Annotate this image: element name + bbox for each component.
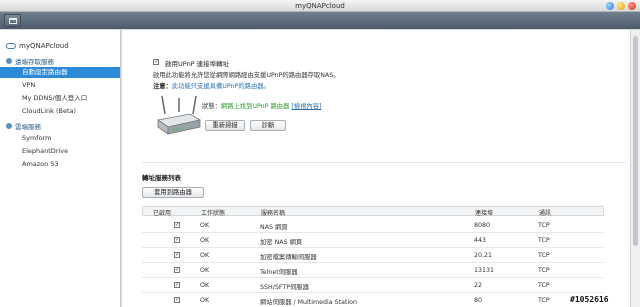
window-titlebar: myQNAPcloud <box>0 0 640 12</box>
row-enabled-checkbox[interactable]: ✓ <box>174 237 180 243</box>
rescan-button[interactable]: 重新掃描 <box>205 120 245 131</box>
window-title: myQNAPcloud <box>295 2 345 10</box>
row-service: NAS 網頁 <box>260 224 288 231</box>
vertical-scrollbar[interactable] <box>630 30 640 307</box>
help-button[interactable] <box>606 2 614 10</box>
minimize-button[interactable] <box>617 2 625 10</box>
row-port: 22 <box>474 282 483 289</box>
row-enabled-checkbox[interactable]: ✓ <box>174 297 180 303</box>
sidebar-item-my-ddns[interactable]: My DDNS/個人登入口 <box>0 93 120 104</box>
column-header-service[interactable]: 服務名稱 <box>261 208 285 217</box>
sidebar-item-cloudlink[interactable]: CloudLink (Beta) <box>0 106 120 117</box>
sidebar-item-elephantdrive[interactable]: ElephantDrive <box>0 146 120 157</box>
row-service: 加密 NAS 網頁 <box>260 239 303 246</box>
status-prefix: 狀態： <box>202 103 221 110</box>
sidebar-item-vpn[interactable]: VPN <box>0 80 120 91</box>
router-status: 狀態：網路上找到UPnP 路由器 [檢視內容] <box>202 101 321 110</box>
row-enabled-checkbox[interactable]: ✓ <box>174 282 180 288</box>
row-port: 20,21 <box>474 252 493 259</box>
upnp-note: 注意：此功能只支援具備UPnP的路由器。 <box>153 81 270 90</box>
upnp-description: 啟用此功能將允許您從網際網路經由支援UPnP的路由器存取NAS。 <box>153 72 340 79</box>
row-service: 加密檔案傳輸伺服器 <box>260 254 317 261</box>
sidebar-group-remote-access[interactable]: 遠端存取服務 <box>6 56 54 66</box>
note-text: 此功能只支援具備UPnP的路由器。 <box>171 83 270 90</box>
sidebar-group-label: 雲端服務 <box>15 123 41 131</box>
row-port: 80 <box>474 297 483 304</box>
row-enabled-checkbox[interactable]: ✓ <box>174 222 180 228</box>
app-menu-button[interactable] <box>4 14 21 27</box>
table-row[interactable]: ✓ OK Telnet伺服器 13131 TCP <box>142 264 604 278</box>
note-label: 注意： <box>153 83 172 90</box>
main-panel: ✓ 啟用UPnP 連接埠轉址 啟用此功能將允許您從網際網路經由支援UPnP的路由… <box>122 30 630 307</box>
table-header: 已啟用 工作狀態 服務名稱 連接埠 通訊 <box>142 206 604 217</box>
status-text: 網路上找到UPnP 路由器 <box>220 103 290 110</box>
window-icon <box>9 18 17 24</box>
sidebar: myQNAPcloud 遠端存取服務 自動設定路由器 VPN My DDNS/個… <box>0 30 121 307</box>
row-protocol: TCP <box>538 237 550 244</box>
row-port: 13131 <box>474 267 495 274</box>
column-header-port[interactable]: 連接埠 <box>475 208 493 217</box>
table-row[interactable]: ✓ OK SSH/SFTP伺服器 22 TCP <box>142 279 604 293</box>
close-button[interactable] <box>628 2 636 10</box>
column-header-status[interactable]: 工作狀態 <box>201 208 225 217</box>
section-divider <box>142 162 626 163</box>
table-row[interactable]: ✓ OK 加密檔案傳輸伺服器 20,21 TCP <box>142 249 604 263</box>
row-port: 8080 <box>474 222 491 229</box>
row-protocol: TCP <box>538 252 550 259</box>
remote-access-icon <box>6 58 12 64</box>
sidebar-group-label: 遠端存取服務 <box>15 58 54 66</box>
upnp-enable-label: 啟用UPnP 連接埠轉址 <box>165 60 230 68</box>
toolbar <box>0 12 640 29</box>
row-status: OK <box>200 237 210 244</box>
row-status: OK <box>200 222 210 229</box>
row-status: OK <box>200 282 210 289</box>
row-protocol: TCP <box>538 267 550 274</box>
row-service: SSH/SFTP伺服器 <box>260 284 309 291</box>
row-status: OK <box>200 267 210 274</box>
column-header-protocol[interactable]: 通訊 <box>539 208 551 217</box>
row-protocol: TCP <box>538 297 550 304</box>
apply-to-router-button[interactable]: 套用到路由器 <box>142 187 204 198</box>
cloud-icon <box>6 43 16 49</box>
sidebar-root-label: myQNAPcloud <box>19 42 69 50</box>
sidebar-item-amazon-s3[interactable]: Amazon S3 <box>0 159 120 170</box>
watermark-text: #1052616 <box>570 295 609 304</box>
row-enabled-checkbox[interactable]: ✓ <box>174 267 180 273</box>
row-service: 網站伺服器 / Multimedia Station <box>260 299 358 306</box>
row-service: Telnet伺服器 <box>260 269 298 276</box>
table-row[interactable]: ✓ OK 網站伺服器 / Multimedia Station 80 TCP <box>142 294 604 307</box>
forwarding-section-title: 轉址服務列表 <box>142 174 181 182</box>
row-status: OK <box>200 252 210 259</box>
column-header-enabled[interactable]: 已啟用 <box>153 208 171 217</box>
sidebar-item-symform[interactable]: Symform <box>0 133 120 144</box>
cloud-services-icon <box>6 123 12 129</box>
router-icon <box>156 95 202 135</box>
row-status: OK <box>200 297 210 304</box>
table-row[interactable]: ✓ OK NAS 網頁 8080 TCP <box>142 219 604 233</box>
diagnose-button[interactable]: 診斷 <box>250 120 286 131</box>
row-enabled-checkbox[interactable]: ✓ <box>174 252 180 258</box>
view-details-link[interactable]: [檢視內容] <box>291 103 321 110</box>
row-port: 443 <box>474 237 487 244</box>
scrollbar-thumb[interactable] <box>633 36 638 246</box>
sidebar-group-cloud-services[interactable]: 雲端服務 <box>6 121 41 131</box>
sidebar-item-auto-router[interactable]: 自動設定路由器 <box>0 67 120 78</box>
table-row[interactable]: ✓ OK 加密 NAS 網頁 443 TCP <box>142 234 604 248</box>
row-protocol: TCP <box>538 222 550 229</box>
row-protocol: TCP <box>538 282 550 289</box>
upnp-enable-checkbox[interactable]: ✓ <box>153 59 159 65</box>
sidebar-root[interactable]: myQNAPcloud <box>6 42 69 50</box>
